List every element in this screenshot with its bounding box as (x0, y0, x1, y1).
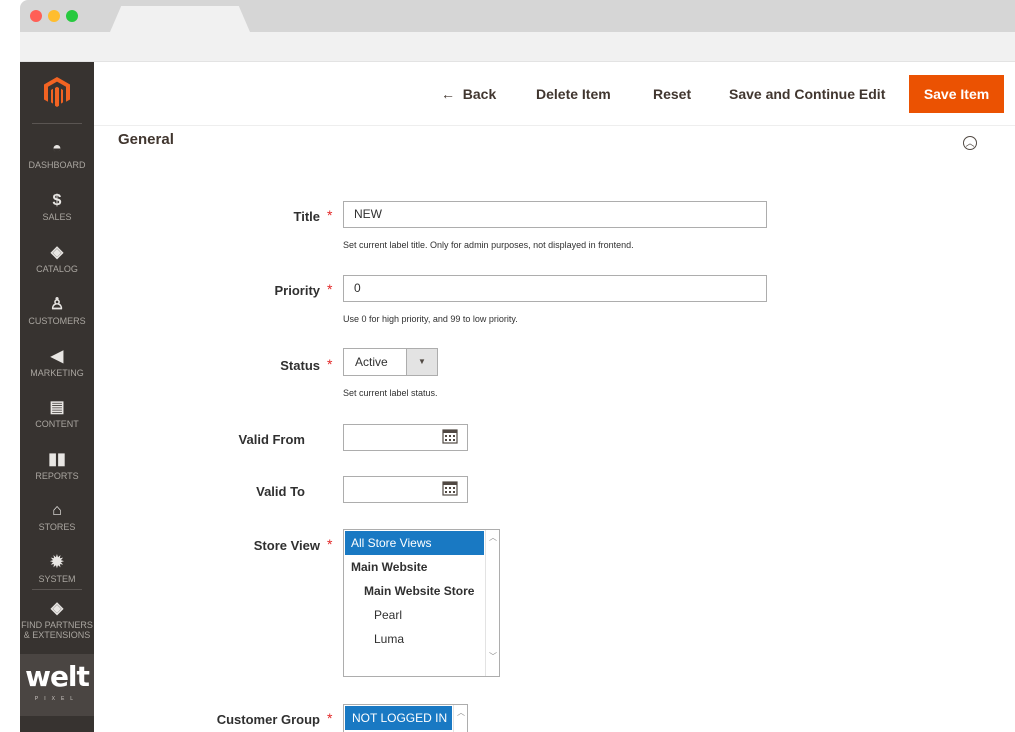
store-view-multiselect[interactable]: All Store Views Main Website Main Websit… (343, 529, 500, 677)
close-window-dot[interactable] (30, 10, 42, 22)
scroll-down-icon[interactable]: ﹀ (489, 651, 497, 662)
box-icon: ◈ (50, 244, 64, 261)
customer-group-option[interactable]: NOT LOGGED IN (345, 706, 452, 730)
store-view-option[interactable]: Luma (344, 627, 499, 651)
back-arrow-icon: ← (441, 86, 455, 102)
status-select[interactable]: Active ▼ (343, 348, 438, 376)
scroll-up-icon[interactable]: ︿ (489, 532, 497, 543)
title-field[interactable]: NEW (343, 201, 767, 228)
priority-note: Use 0 for high priority, and 99 to low p… (343, 314, 518, 324)
sidebar-item-reports[interactable]: ▮▮ REPORTS (20, 441, 94, 492)
sidebar-item-sales[interactable]: $ SALES (20, 182, 94, 233)
calendar-icon[interactable] (442, 480, 458, 496)
save-item-button[interactable]: Save Item (909, 75, 1004, 113)
sidebar-item-label: REPORTS (35, 471, 79, 481)
sidebar-item-system[interactable]: ✹ SYSTEM (20, 544, 94, 595)
save-and-continue-button[interactable]: Save and Continue Edit (729, 86, 885, 102)
sidebar-item-label: STORES (38, 522, 76, 532)
scrollbar[interactable]: ︿ ﹀ (485, 530, 499, 676)
sidebar-item-label: CUSTOMERS (28, 316, 86, 326)
browser-window: ◓ DASHBOARD $ SALES ◈ CATALOG ♙ CUSTOMER… (20, 0, 1015, 732)
back-button-label: Back (462, 86, 497, 102)
person-icon: ♙ (49, 296, 65, 313)
store-icon: ⌂ (52, 502, 62, 519)
calendar-icon[interactable] (442, 428, 458, 444)
priority-field[interactable]: 0 (343, 275, 767, 302)
status-label: Status (280, 358, 320, 373)
sidebar-item-label: CONTENT (35, 419, 79, 429)
priority-label: Priority (274, 283, 320, 298)
sidebar-item-label: MARKETING (30, 368, 84, 378)
gear-icon: ✹ (50, 554, 64, 571)
chevron-down-icon: ▼ (406, 349, 437, 375)
required-asterisk: * (327, 536, 333, 552)
required-asterisk: * (327, 207, 333, 223)
sidebar-item-label: FIND PARTNERS (21, 620, 93, 630)
collapse-chevron-up-icon[interactable]: ︿ (963, 136, 977, 150)
store-view-option[interactable]: Main Website (344, 555, 499, 579)
status-selected-value: Active (355, 355, 388, 369)
dashboard-icon: ◓ (52, 140, 62, 157)
reset-button[interactable]: Reset (653, 86, 691, 102)
sidebar-item-label: SYSTEM (38, 574, 76, 584)
status-note: Set current label status. (343, 388, 438, 398)
page-actions-bar: ← Back Delete Item Reset Save and Contin… (94, 62, 1015, 126)
title-note: Set current label title. Only for admin … (343, 240, 634, 250)
store-view-option[interactable]: Main Website Store (344, 579, 499, 603)
section-title[interactable]: General (118, 131, 174, 148)
delete-item-button[interactable]: Delete Item (536, 86, 611, 102)
valid-to-label: Valid To (256, 484, 305, 499)
brand-subtitle: PIXEL (34, 696, 80, 702)
sidebar-item-partners[interactable]: ◈ FIND PARTNERS & EXTENSIONS (20, 590, 94, 648)
required-asterisk: * (327, 710, 333, 726)
sidebar-item-stores[interactable]: ⌂ STORES (20, 492, 94, 543)
scroll-up-icon[interactable]: ︿ (457, 707, 465, 718)
store-view-option[interactable]: All Store Views (345, 531, 484, 555)
sidebar-item-label: DASHBOARD (28, 160, 86, 170)
sidebar-item-label: & EXTENSIONS (23, 630, 91, 640)
store-view-option[interactable]: Pearl (344, 603, 499, 627)
customer-group-label: Customer Group (216, 712, 320, 727)
required-asterisk: * (327, 356, 333, 372)
sidebar-item-customers[interactable]: ♙ CUSTOMERS (20, 286, 94, 337)
window-controls (30, 10, 78, 22)
magento-logo-icon (44, 77, 70, 107)
back-button[interactable]: ← Back (441, 86, 496, 102)
title-label: Title (293, 209, 321, 224)
customer-group-multiselect[interactable]: NOT LOGGED IN ︿ (343, 704, 468, 732)
valid-from-label: Valid From (238, 432, 305, 447)
browser-tab-bar (20, 0, 1015, 32)
minimize-window-dot[interactable] (48, 10, 60, 22)
brand-name: welt (25, 660, 90, 693)
store-view-label: Store View (253, 538, 320, 553)
sidebar-item-label: CATALOG (36, 264, 78, 274)
browser-tab[interactable] (110, 6, 250, 32)
sidebar-item-content[interactable]: ▤ CONTENT (20, 389, 94, 440)
admin-sidebar: ◓ DASHBOARD $ SALES ◈ CATALOG ♙ CUSTOMER… (20, 62, 94, 732)
maximize-window-dot[interactable] (66, 10, 78, 22)
scrollbar[interactable]: ︿ (453, 705, 467, 732)
partners-box-icon: ◈ (50, 600, 64, 617)
sidebar-item-label: SALES (42, 212, 72, 222)
megaphone-icon: ◀ (50, 348, 64, 365)
page: ◓ DASHBOARD $ SALES ◈ CATALOG ♙ CUSTOMER… (0, 0, 1015, 732)
sidebar-item-dashboard[interactable]: ◓ DASHBOARD (20, 130, 94, 181)
sidebar-item-catalog[interactable]: ◈ CATALOG (20, 234, 94, 285)
bar-chart-icon: ▮▮ (48, 451, 66, 468)
sidebar-divider (32, 123, 82, 124)
layout-icon: ▤ (49, 399, 65, 416)
magento-logo[interactable] (20, 62, 94, 122)
browser-address-bar[interactable] (20, 32, 1015, 62)
welt-pixel-logo[interactable]: welt PIXEL (20, 654, 94, 716)
required-asterisk: * (327, 281, 333, 297)
sidebar-item-marketing[interactable]: ◀ MARKETING (20, 338, 94, 389)
dollar-icon: $ (52, 192, 62, 209)
